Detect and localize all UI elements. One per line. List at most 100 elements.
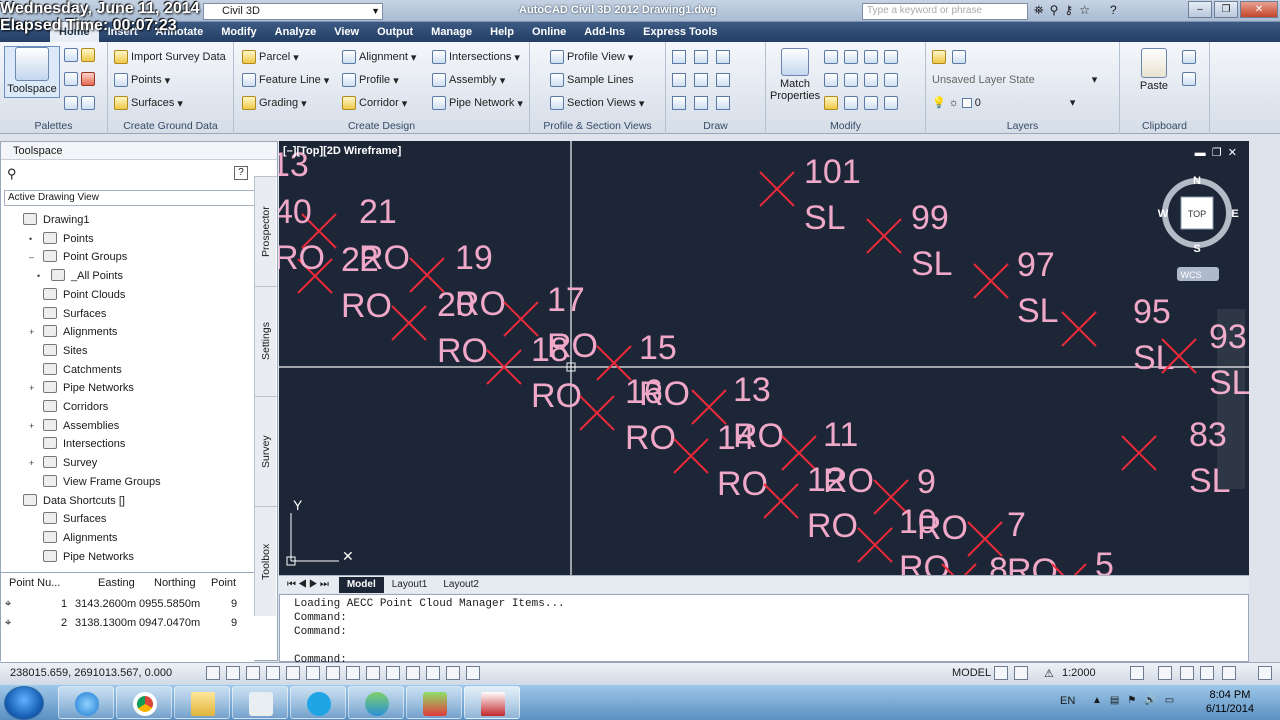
taskbar-chrome[interactable] [116,686,172,719]
draw-tools-row2[interactable] [672,73,730,87]
paste-button[interactable]: Paste [1134,48,1174,92]
point-marker[interactable] [973,263,1009,299]
match-properties-button[interactable]: Match Properties [770,48,820,102]
ducs-icon[interactable] [326,666,340,680]
taskbar-app[interactable] [232,686,288,719]
tree-item[interactable]: Pipe Networks [43,548,134,566]
lock-icon[interactable] [1180,666,1194,680]
profile-view-button[interactable]: Profile View ▾ [550,50,633,64]
layout-nav-arrows[interactable]: ⏮◀▶⏭ [279,579,339,590]
qp-icon[interactable] [406,666,420,680]
help-icon[interactable]: ? [234,166,248,180]
point-code-label[interactable]: RO [437,332,488,370]
point-code-label[interactable]: RO [531,377,582,415]
modify-tools-row2[interactable] [824,73,898,87]
palette-icons-2[interactable] [64,72,95,86]
clock[interactable]: 8:04 PM 6/11/2014 [1206,688,1254,716]
annotation-scale-icon[interactable]: ⚠ [1044,667,1054,680]
layers-title[interactable]: Layers [926,120,1119,132]
point-number-label[interactable]: 18 [531,331,569,369]
lineweight-icon[interactable] [366,666,380,680]
workspace-select[interactable]: Civil 3D ▼ [203,3,383,20]
cell-northing[interactable]: 0947.0470m [139,617,200,629]
point-number-label[interactable]: 9 [917,463,936,501]
point-number-label[interactable]: 40 [279,193,312,231]
tab-insert[interactable]: Insert [99,22,147,42]
cell-easting[interactable]: 3138.1300m [75,617,136,629]
point-code-label[interactable]: RO [341,287,392,325]
point-code-label[interactable]: RO [807,507,858,545]
tree-item[interactable]: + Pipe Networks [29,379,134,397]
palette-icons-3[interactable] [64,96,95,110]
taskbar-civil3d[interactable] [464,686,520,719]
clipboard-tools[interactable] [1182,50,1196,86]
tree-item[interactable]: • Points [29,230,94,248]
tree-item[interactable]: + Alignments [29,323,117,341]
taskbar-media[interactable] [348,686,404,719]
point-code-label[interactable]: RO [717,465,768,503]
cell-point[interactable]: 9 [231,598,237,610]
dyn-icon[interactable] [346,666,360,680]
taskbar-explorer[interactable] [174,686,230,719]
cell-number[interactable]: 1 [61,598,67,610]
point-marker[interactable] [391,305,427,341]
tab-toolbox[interactable]: Toolbox [255,506,277,616]
start-button[interactable] [4,686,44,720]
minimize-button[interactable]: – [1188,1,1212,18]
drawing-viewport[interactable]: Y ✕ 101 SL 99 SL 97 SL 95 SL 93 SL 83 SL 21 RO 19 RO 17 R… [279,141,1249,575]
viewcube[interactable]: TOP N S E W WCS [1158,175,1239,281]
point-code-label[interactable]: RO [625,419,676,457]
maximize-button[interactable]: ❐ [1214,1,1238,18]
grading-button[interactable]: Grading ▾ [242,96,307,110]
ortho-icon[interactable] [246,666,260,680]
point-number-label[interactable]: 12 [807,461,845,499]
palette-icons[interactable] [64,48,95,62]
tree-item[interactable]: Intersections [43,435,125,453]
point-number-label[interactable]: 97 [1017,246,1055,284]
clean-screen-icon[interactable] [1258,666,1272,680]
minimize-icon[interactable]: ▬ [1195,147,1206,159]
grid-display-icon[interactable] [226,666,240,680]
point-code-label[interactable]: SL [1017,292,1059,330]
sc-icon[interactable] [426,666,440,680]
expand-icon[interactable]: • [37,267,40,285]
point-marker[interactable] [857,527,893,563]
expand-icon[interactable]: • [29,230,32,248]
tree-item[interactable]: Corridors [43,398,108,416]
feature-line-button[interactable]: Feature Line ▾ [242,73,329,87]
tab-layout1[interactable]: Layout1 [384,579,436,590]
point-number-label[interactable]: 15 [639,329,677,367]
modify-tools-row3[interactable] [824,96,898,110]
cell-northing[interactable]: 0955.5850m [139,598,200,610]
point-marker[interactable] [579,395,615,431]
tab-help[interactable]: Help [481,22,523,42]
point-number-label[interactable]: 16 [625,373,663,411]
quick-view-layouts-icon[interactable] [994,666,1008,680]
point-code-label[interactable]: SL [804,199,846,237]
sample-lines-button[interactable]: Sample Lines [550,73,634,87]
design-title[interactable]: Create Design [234,120,529,132]
tree-item[interactable]: Alignments [43,529,117,547]
otrack-icon[interactable] [306,666,320,680]
tree-item[interactable]: Surfaces [43,510,106,528]
viewport-controls-label[interactable]: [–][Top][2D Wireframe] [283,145,401,157]
hardware-acceleration-icon[interactable] [1200,666,1214,680]
expand-icon[interactable]: + [29,379,34,397]
tree-item[interactable]: Surfaces [43,305,106,323]
tab-addins[interactable]: Add-Ins [575,22,634,42]
flag-icon[interactable]: ⚑ [1127,695,1136,706]
restore-icon[interactable]: ❐ [1212,147,1222,159]
point-number-label[interactable]: 14 [717,419,755,457]
search-icon[interactable]: ⚲ [7,166,17,182]
active-drawing-view-select[interactable]: Active Drawing View ▾ [4,190,274,206]
am-icon[interactable] [446,666,460,680]
point-marker[interactable] [866,218,902,254]
tree-item[interactable]: View Frame Groups [43,473,161,491]
annotation-scale[interactable]: 1:2000 [1062,667,1096,679]
modify-title[interactable]: Modify [766,120,925,132]
layer-current-select[interactable]: 💡 ☼ 0 ▾ [932,96,1075,110]
taskbar-app-2[interactable] [406,686,462,719]
section-views-button[interactable]: Section Views ▾ [550,96,644,110]
point-number-label[interactable]: 10 [899,503,937,541]
tree-item[interactable]: Sites [43,342,87,360]
